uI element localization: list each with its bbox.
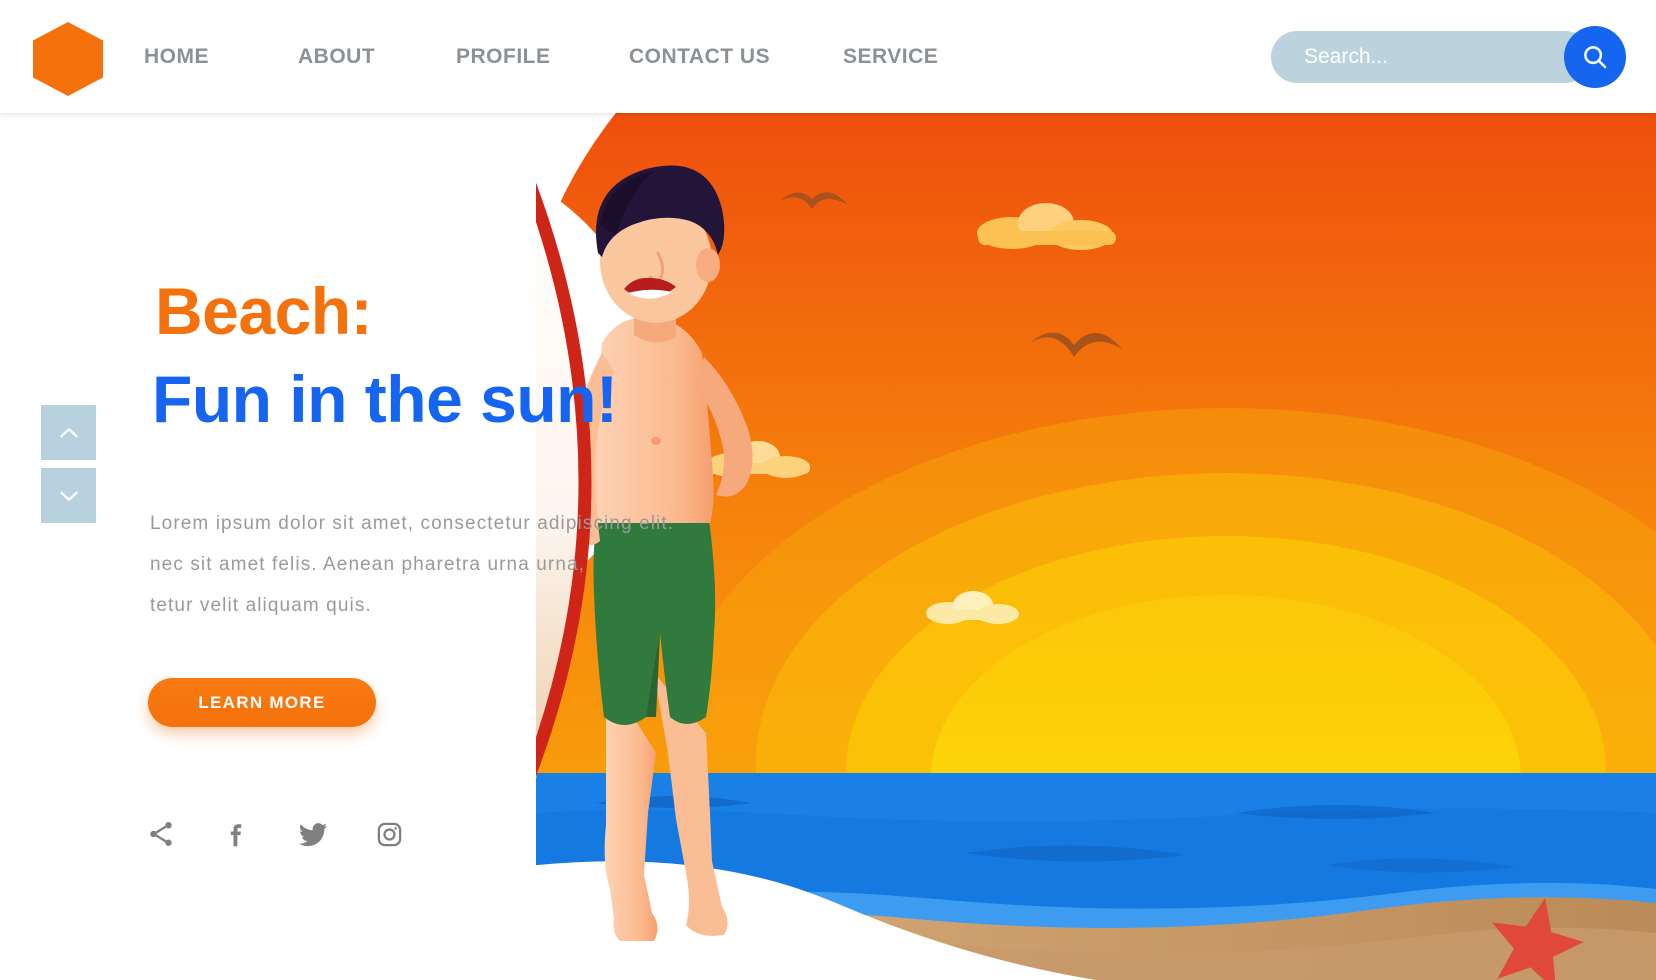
facebook-icon[interactable]	[221, 818, 253, 850]
search-input[interactable]	[1271, 31, 1591, 83]
nav-item-profile[interactable]: PROFILE	[456, 45, 551, 69]
hexagon-logo-icon	[33, 22, 103, 96]
hero-paragraph-line: Lorem ipsum dolor sit amet, consectetur …	[150, 513, 675, 534]
hero-title-line2: Fun in the sun!	[152, 362, 618, 436]
instagram-icon[interactable]	[373, 818, 405, 850]
hero-title-line1: Beach:	[155, 274, 373, 348]
search-icon	[1584, 46, 1607, 69]
hero-paragraph-line: nec sit amet felis. Aenean pharetra urna…	[150, 554, 586, 575]
carousel-up-button[interactable]	[41, 405, 96, 460]
learn-more-button[interactable]: LEARN MORE	[148, 678, 376, 727]
carousel-controls	[41, 405, 96, 531]
carousel-down-button[interactable]	[41, 468, 96, 523]
social-links	[145, 818, 405, 850]
search-button[interactable]	[1564, 26, 1626, 88]
hero-text-column: Beach: Fun in the sun! Lorem ipsum dolor…	[0, 113, 820, 980]
hero-paragraph: Lorem ipsum dolor sit amet, consectetur …	[150, 503, 770, 626]
chevron-down-icon	[59, 491, 78, 501]
twitter-icon[interactable]	[297, 818, 329, 850]
landing-page: HOME ABOUT PROFILE CONTACT US SERVICE Se…	[0, 0, 1656, 980]
share-icon[interactable]	[145, 818, 177, 850]
logo[interactable]	[33, 22, 103, 96]
hero-paragraph-line: tetur velit aliquam quis.	[150, 595, 372, 616]
chevron-up-icon	[59, 427, 78, 437]
search-bar	[1271, 26, 1626, 88]
nav-item-service[interactable]: SERVICE	[843, 45, 938, 69]
nav-item-home[interactable]: HOME	[144, 45, 209, 69]
site-header: HOME ABOUT PROFILE CONTACT US SERVICE	[0, 0, 1656, 113]
nav-item-about[interactable]: ABOUT	[298, 45, 375, 69]
nav-item-contact-us[interactable]: CONTACT US	[629, 45, 770, 69]
hero-section: Beach: Fun in the sun! Lorem ipsum dolor…	[0, 113, 1656, 980]
